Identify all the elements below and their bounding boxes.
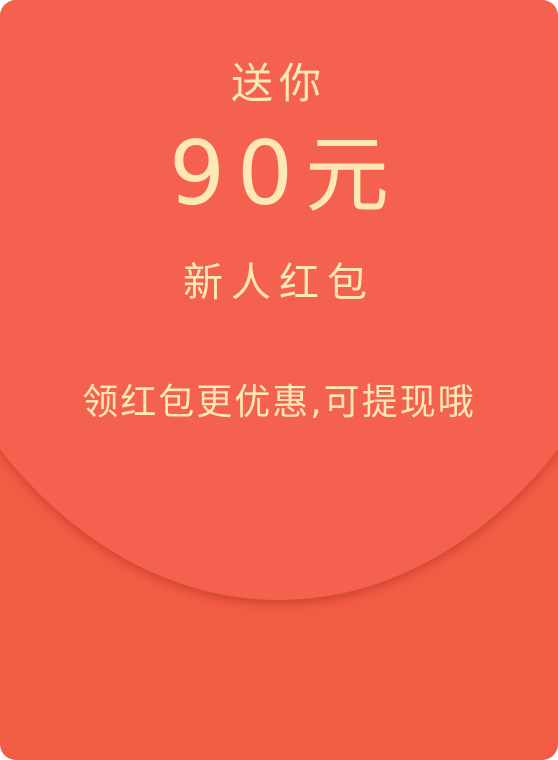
gift-text: 送你 bbox=[230, 59, 327, 108]
amount-display: 90元 bbox=[0, 122, 558, 226]
amount-unit: 元 bbox=[304, 126, 389, 224]
red-envelope-card[interactable]: 送你 90元 新人红包 领红包更优惠,可提现哦 bbox=[0, 0, 558, 760]
promo-text: 领红包更优惠,可提现哦 bbox=[82, 382, 476, 423]
amount-number: 90 bbox=[169, 122, 305, 225]
envelope-subtitle: 新人红包 bbox=[183, 260, 375, 306]
